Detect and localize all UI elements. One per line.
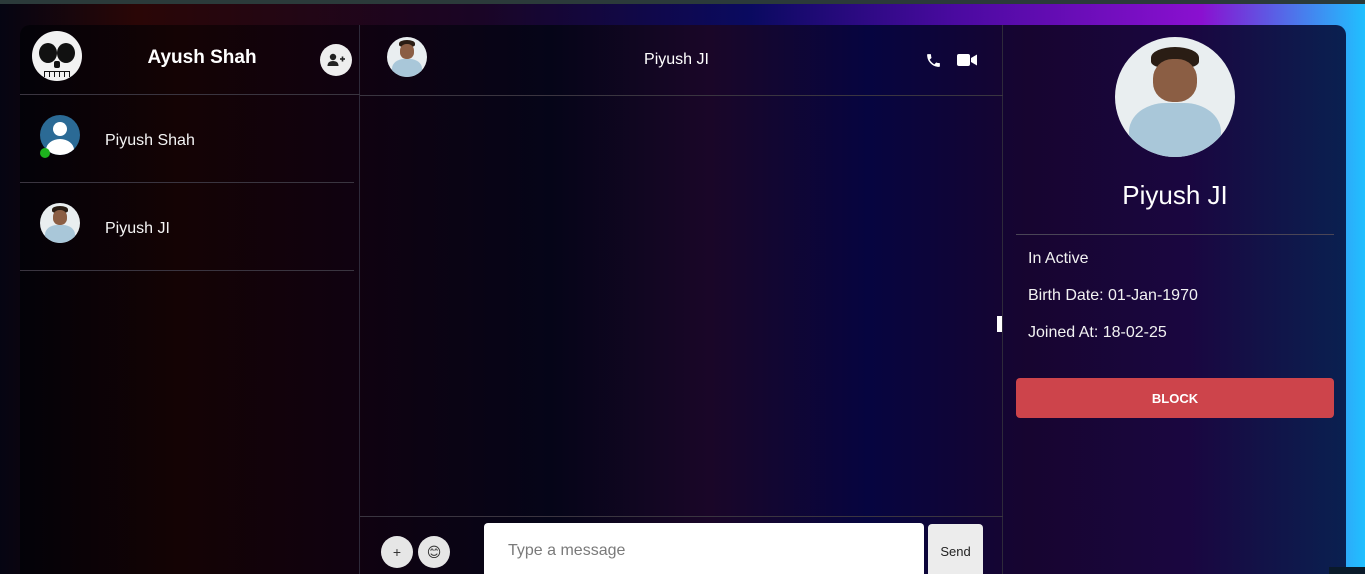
attach-button[interactable]: + [381,536,413,568]
skull-teeth [44,71,70,77]
profile-panel: Piyush JI In Active Birth Date: 01-Jan-1… [1004,25,1346,574]
message-input[interactable] [484,523,924,574]
user-avatar-skull[interactable] [32,31,82,81]
profile-birth-date: Birth Date: 01-Jan-1970 [1028,287,1198,304]
browser-top-line [0,0,1365,4]
add-user-button[interactable] [320,44,352,76]
photo-shirt [44,225,76,243]
avatar-body [46,139,74,155]
chat-title: Piyush JI [644,51,709,68]
photo-face [1153,58,1197,102]
window-corner [1329,567,1365,574]
scrollbar-thumb[interactable] [997,316,1002,332]
profile-photo-avatar [1115,37,1235,157]
skull-eye-right [57,43,75,63]
current-user-name: Ayush Shah [147,47,257,68]
add-user-icon [327,53,345,66]
chat-header: Piyush JI [360,25,1003,96]
block-button[interactable]: BLOCK [1016,378,1334,418]
send-button[interactable]: Send [928,524,983,574]
skull-nose [54,61,60,68]
profile-status: In Active [1028,250,1089,267]
profile-name: Piyush JI [1122,180,1228,210]
contact-item-piyush-shah[interactable]: Piyush Shah [20,95,354,183]
message-composer: + 😊 Send [360,516,1003,574]
phone-icon [926,53,940,67]
avatar-head [53,122,67,136]
contact-photo-avatar [40,203,80,243]
contact-item-piyush-ji[interactable]: Piyush JI [20,183,354,271]
voice-call-button[interactable] [923,50,943,70]
video-camera-icon [957,54,977,66]
chat-panel: Piyush JI + 😊 Send [360,25,1003,574]
online-status-dot [40,148,50,158]
profile-joined-at: Joined At: 18-02-25 [1028,324,1167,341]
sidebar-header: Ayush Shah [20,25,360,95]
sidebar: Ayush Shah Piyush Shah Piyush JI [20,25,360,574]
emoji-button[interactable]: 😊 [418,536,450,568]
profile-divider [1016,234,1334,235]
video-call-button[interactable] [957,50,977,70]
contact-name: Piyush Shah [105,132,195,149]
contact-name: Piyush JI [105,220,170,237]
chat-app: Ayush Shah Piyush Shah Piyush JI Piyush … [20,25,1346,574]
photo-face [52,210,68,225]
skull-eye-left [39,43,57,63]
photo-shirt [1129,103,1221,157]
